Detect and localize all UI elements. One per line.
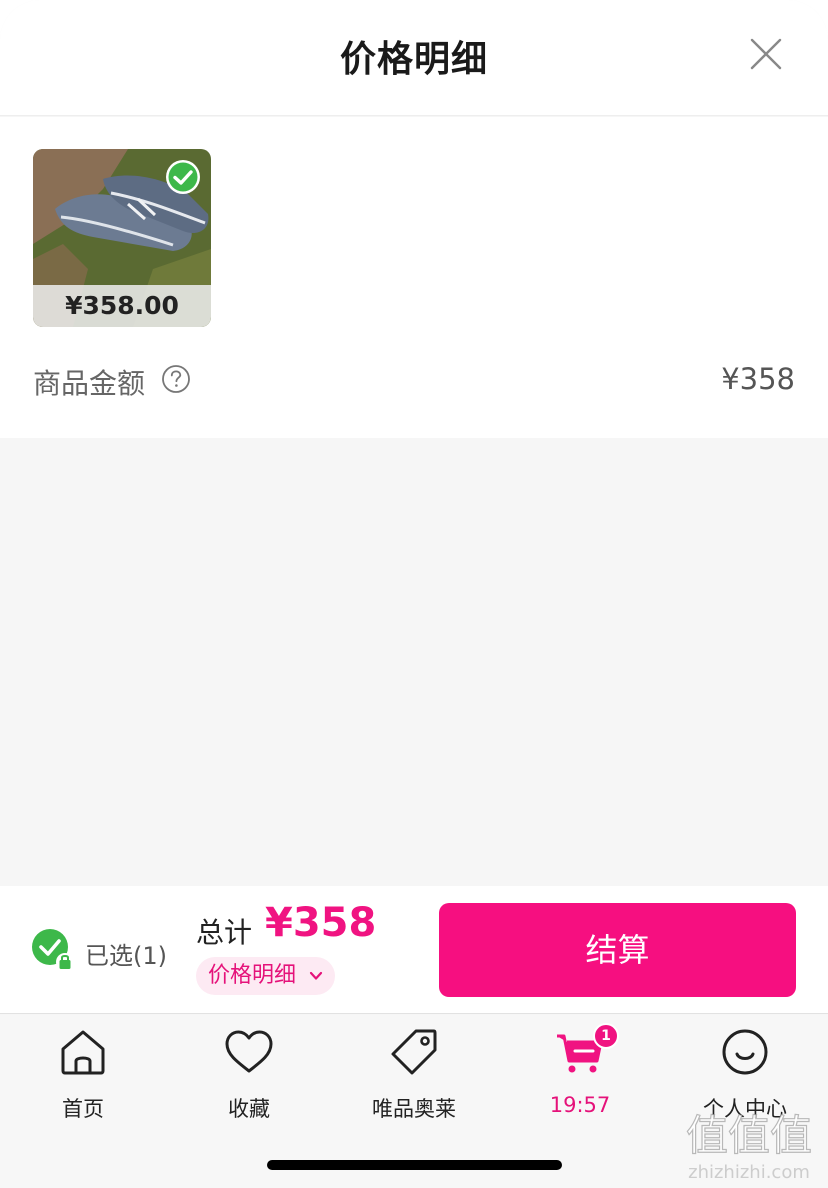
amount-label: 商品金额	[33, 367, 146, 400]
question-icon[interactable]	[161, 364, 191, 394]
tab-cart[interactable]: 1 19:57	[497, 1023, 663, 1125]
total-value: ¥358	[265, 900, 377, 946]
checkout-button[interactable]: 结算	[439, 903, 796, 997]
watermark-logo: 值值值 zhizhizhi.com	[685, 1110, 812, 1183]
tag-icon	[391, 1029, 437, 1075]
product-thumbnail[interactable]: ¥358.00	[33, 149, 211, 327]
home-indicator	[267, 1160, 562, 1170]
tab-outlet[interactable]: 唯品奥莱	[331, 1025, 497, 1125]
cart-count-badge: 1	[593, 1023, 619, 1049]
total-label: 总计	[196, 916, 253, 949]
smiley-icon	[722, 1029, 768, 1075]
selected-lock-check-icon[interactable]	[31, 928, 75, 972]
product-price-tag: ¥358.00	[33, 285, 211, 327]
watermark-logo-text: 值值值	[686, 1111, 812, 1160]
sheet-title: 价格明细	[339, 39, 488, 80]
tab-home[interactable]: 首页	[0, 1025, 166, 1125]
checkout-bar: 已选(1) 总计 ¥358 价格明细 结算	[0, 886, 828, 1014]
selected-check-icon	[166, 160, 200, 194]
tab-label: 收藏	[228, 1097, 270, 1121]
tab-label: 19:57	[549, 1093, 611, 1117]
watermark-text: zhizhizhi.com	[688, 1162, 810, 1183]
chevron-down-icon	[309, 971, 323, 980]
selected-count: 已选(1)	[85, 942, 167, 970]
heart-icon	[225, 1030, 273, 1073]
tab-label: 唯品奥莱	[372, 1097, 456, 1121]
amount-row: 商品金额 ¥358	[33, 357, 795, 403]
price-detail-section: ¥358.00 商品金额 ¥358	[0, 117, 828, 438]
tab-favorites[interactable]: 收藏	[166, 1025, 332, 1125]
price-detail-sheet: 价格明细 ¥358.00 商品金额 ¥358 已选(1) 总计 ¥358 价格明…	[0, 0, 828, 1188]
tab-label: 首页	[62, 1097, 104, 1121]
amount-value: ¥358	[721, 362, 795, 396]
price-detail-toggle[interactable]: 价格明细	[196, 957, 335, 995]
close-icon	[750, 38, 782, 70]
price-detail-label: 价格明细	[208, 963, 297, 988]
sheet-header: 价格明细	[0, 0, 828, 116]
close-button[interactable]	[744, 32, 788, 76]
home-icon	[61, 1030, 105, 1075]
